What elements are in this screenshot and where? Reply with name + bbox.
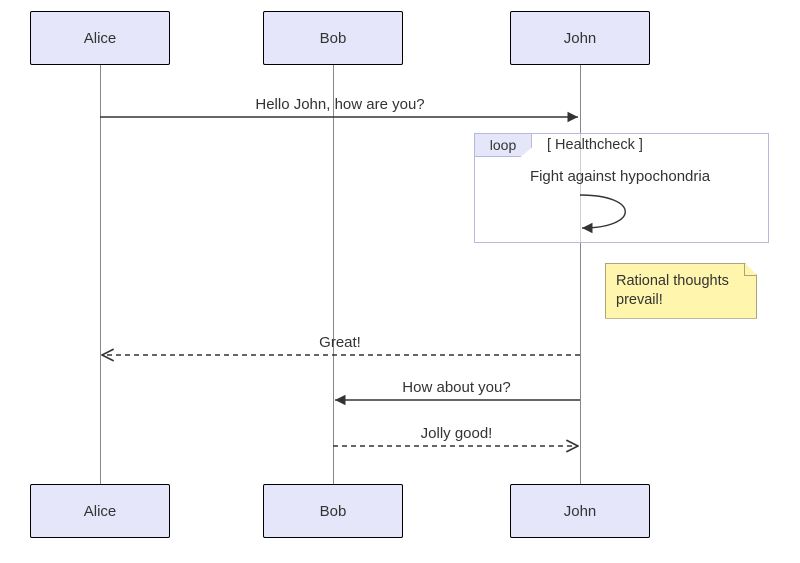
- actor-label: Alice: [84, 503, 117, 520]
- lifeline-bob: [333, 64, 334, 484]
- sequence-diagram: Alice Bob John Alice Bob John loop [ Hea…: [0, 0, 800, 563]
- actor-bob-top: Bob: [263, 11, 403, 65]
- label-m4: Jolly good!: [333, 425, 580, 442]
- lifeline-alice: [100, 64, 101, 484]
- loop-keyword: loop: [490, 137, 516, 153]
- loop-tab: loop: [474, 133, 532, 157]
- actor-label: Alice: [84, 30, 117, 47]
- actor-label: Bob: [320, 30, 347, 47]
- loop-fragment: loop [ Healthcheck ]: [474, 133, 769, 243]
- actor-label: John: [564, 30, 597, 47]
- note-line2: prevail!: [616, 292, 663, 308]
- label-loop-msg: Fight against hypochondria: [480, 168, 760, 185]
- note-john: Rational thoughts prevail!: [605, 263, 757, 319]
- lifeline-john: [580, 64, 581, 484]
- label-m2: Great!: [100, 334, 580, 351]
- note-line1: Rational thoughts: [616, 273, 729, 289]
- actor-alice-bottom: Alice: [30, 484, 170, 538]
- actor-bob-bottom: Bob: [263, 484, 403, 538]
- actor-john-bottom: John: [510, 484, 650, 538]
- actor-john-top: John: [510, 11, 650, 65]
- label-m1: Hello John, how are you?: [100, 96, 580, 113]
- loop-condition: [ Healthcheck ]: [547, 137, 643, 153]
- actor-label: Bob: [320, 503, 347, 520]
- actor-label: John: [564, 503, 597, 520]
- actor-alice-top: Alice: [30, 11, 170, 65]
- label-m3: How about you?: [333, 379, 580, 396]
